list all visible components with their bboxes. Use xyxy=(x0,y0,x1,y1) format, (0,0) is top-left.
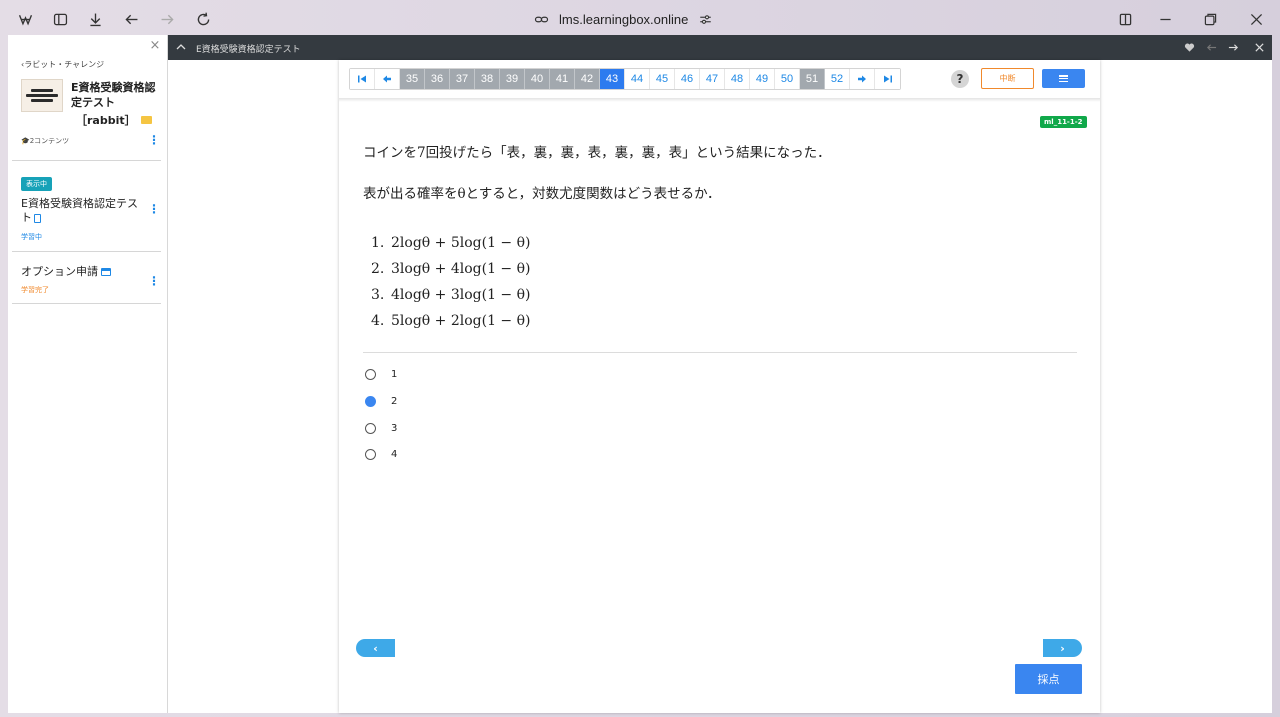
question-page-button[interactable]: 41 xyxy=(550,69,575,89)
question-page-button[interactable]: 39 xyxy=(500,69,525,89)
question-page-button[interactable]: 37 xyxy=(450,69,475,89)
option-item: 4. 5logθ + 2log(1 − θ) xyxy=(371,313,531,329)
nav-shadow xyxy=(339,98,1100,102)
prev-question-arrow-icon[interactable] xyxy=(375,69,400,89)
question-page-button[interactable]: 44 xyxy=(625,69,650,89)
course-title: E資格受験資格認定テスト xyxy=(71,81,156,109)
pause-button[interactable]: 中断 xyxy=(981,68,1034,89)
document-icon xyxy=(34,213,41,223)
content-title: E資格受験資格認定テスト xyxy=(196,45,301,55)
answer-choice-2[interactable]: 2 xyxy=(365,394,397,408)
question-page-button[interactable]: 42 xyxy=(575,69,600,89)
question-page-button[interactable]: 49 xyxy=(750,69,775,89)
close-sidebar-icon[interactable]: × xyxy=(149,39,161,52)
question-page-button[interactable]: 50 xyxy=(775,69,800,89)
sidebar-item-option-status: 学習完了 xyxy=(21,286,49,294)
favorite-heart-icon[interactable] xyxy=(1182,40,1196,54)
answer-choice-1[interactable]: 1 xyxy=(365,367,397,381)
question-text-line1: コインを7回投げたら「表，裏，裏，表，裏，裏，表」という結果になった． xyxy=(363,145,831,161)
window-icon xyxy=(101,268,111,276)
course-sidebar: × ‹ラビット・チャレンジ E資格受験資格認定テスト ［rabbit］ 🎓2コン… xyxy=(8,35,168,713)
radio-button[interactable] xyxy=(365,422,376,434)
next-question-button[interactable]: › xyxy=(1043,639,1082,657)
split-view-icon[interactable] xyxy=(1115,9,1135,29)
option-item: 1. 2logθ + 5log(1 − θ) xyxy=(371,235,531,251)
showing-badge: 表示中 xyxy=(21,177,52,191)
prev-content-icon[interactable] xyxy=(1204,40,1218,54)
question-page-button[interactable]: 52 xyxy=(825,69,850,89)
question-list-button[interactable] xyxy=(1042,69,1085,88)
close-window-icon[interactable] xyxy=(1246,9,1266,29)
url-text[interactable]: lms.learningbox.online xyxy=(559,12,688,27)
options-list: 1. 2logθ + 5log(1 − θ) 2. 3logθ + 4log(1 −… xyxy=(371,235,531,339)
question-page-button[interactable]: 38 xyxy=(475,69,500,89)
quiz-card: 35 36 37 38 39 40 41 42 43 44 45 46 47 48 49 50 51 52 ? 中… xyxy=(339,60,1100,713)
question-page-button[interactable]: 45 xyxy=(650,69,675,89)
close-content-icon[interactable] xyxy=(1252,40,1266,54)
option-item: 3. 4logθ + 3log(1 − θ) xyxy=(371,287,531,303)
first-question-icon[interactable] xyxy=(350,69,375,89)
question-text-line2: 表が出る確率をθとすると，対数尤度関数はどう表せるか． xyxy=(363,186,721,202)
course-tag-label: ［rabbit］ xyxy=(76,114,136,127)
question-page-button[interactable]: 36 xyxy=(425,69,450,89)
sidebar-toggle-icon[interactable] xyxy=(50,9,70,29)
sidebar-divider xyxy=(12,160,161,161)
sidebar-item-option[interactable]: オプション申請 xyxy=(21,265,111,279)
radio-button[interactable] xyxy=(365,368,376,380)
question-page-button[interactable]: 47 xyxy=(700,69,725,89)
browser-logo-icon[interactable] xyxy=(15,9,35,29)
option-item: 2. 3logθ + 4log(1 − θ) xyxy=(371,261,531,277)
content-count: 🎓2コンテンツ xyxy=(21,137,70,145)
site-settings-icon[interactable] xyxy=(698,12,713,27)
browser-toolbar: lms.learningbox.online xyxy=(0,0,1280,38)
previous-question-button[interactable]: ‹ xyxy=(356,639,395,657)
sidebar-divider xyxy=(12,303,161,304)
course-tag: ［rabbit］ xyxy=(76,112,152,128)
sidebar-item-test-menu-icon[interactable]: ⋮ xyxy=(148,203,160,215)
address-bar[interactable]: lms.learningbox.online xyxy=(534,9,713,29)
question-page-button[interactable]: 43 xyxy=(600,69,625,89)
sidebar-item-test-status: 学習中 xyxy=(21,233,42,241)
app-window: × ‹ラビット・チャレンジ E資格受験資格認定テスト ［rabbit］ 🎓2コン… xyxy=(8,35,1272,713)
link-icon xyxy=(534,16,549,22)
question-page-button[interactable]: 51 xyxy=(800,69,825,89)
question-page-button[interactable]: 35 xyxy=(400,69,425,89)
minimize-icon[interactable] xyxy=(1155,9,1175,29)
chevron-up-icon[interactable] xyxy=(176,42,186,52)
question-id-badge: ml_11-1-2 xyxy=(1040,116,1087,128)
radio-button[interactable] xyxy=(365,395,376,407)
question-pagination: 35 36 37 38 39 40 41 42 43 44 45 46 47 48 49 50 51 52 xyxy=(349,68,901,90)
main-content: 35 36 37 38 39 40 41 42 43 44 45 46 47 48 49 50 51 52 ? 中… xyxy=(168,60,1272,713)
grade-button[interactable]: 採点 xyxy=(1015,664,1082,694)
question-page-button[interactable]: 40 xyxy=(525,69,550,89)
course-thumbnail xyxy=(21,79,63,112)
course-menu-icon[interactable]: ⋮ xyxy=(148,134,160,146)
question-page-button[interactable]: 46 xyxy=(675,69,700,89)
radio-button[interactable] xyxy=(365,448,376,460)
back-arrow-icon[interactable] xyxy=(121,9,141,29)
list-icon xyxy=(1059,75,1068,82)
sidebar-item-test[interactable]: E資格受験資格認定テスト xyxy=(21,197,145,225)
answer-divider xyxy=(363,352,1077,353)
next-question-arrow-icon[interactable] xyxy=(850,69,875,89)
answer-choice-4[interactable]: 4 xyxy=(365,447,397,461)
back-to-course-link[interactable]: ‹ラビット・チャレンジ xyxy=(21,59,104,70)
forward-arrow-icon[interactable] xyxy=(157,9,177,29)
download-icon[interactable] xyxy=(85,9,105,29)
help-button[interactable]: ? xyxy=(951,70,969,88)
sidebar-item-option-menu-icon[interactable]: ⋮ xyxy=(148,275,160,287)
reload-icon[interactable] xyxy=(193,9,213,29)
sidebar-item-option-label: オプション申請 xyxy=(21,265,98,278)
sidebar-divider xyxy=(12,251,161,252)
last-question-icon[interactable] xyxy=(875,69,900,89)
question-page-button[interactable]: 48 xyxy=(725,69,750,89)
answer-choice-3[interactable]: 3 xyxy=(365,421,397,435)
folder-icon xyxy=(140,116,152,124)
next-content-icon[interactable] xyxy=(1226,40,1240,54)
content-topbar: E資格受験資格認定テスト xyxy=(168,35,1272,60)
restore-icon[interactable] xyxy=(1200,9,1220,29)
